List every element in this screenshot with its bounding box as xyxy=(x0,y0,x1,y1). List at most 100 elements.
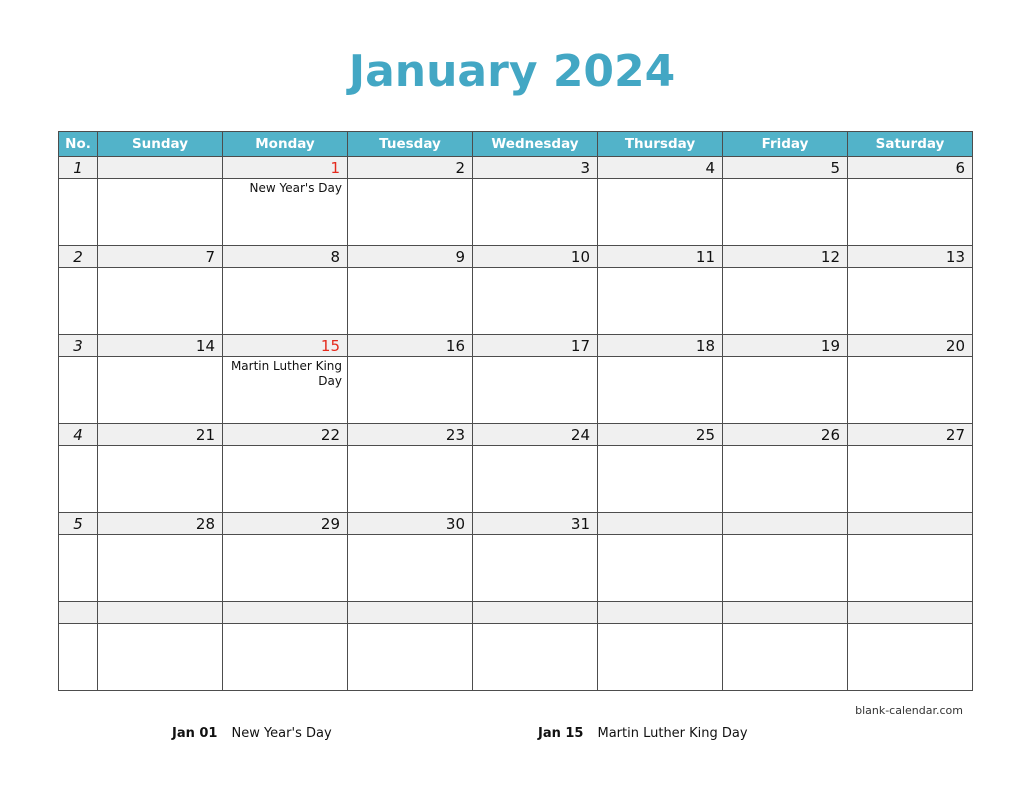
week-date-row: 2 7 8 9 10 11 12 13 xyxy=(58,245,973,268)
week-number-cell: 2 xyxy=(58,245,98,268)
week-number-spacer-cell xyxy=(58,534,98,602)
legend-item: Jan 15 Martin Luther King Day xyxy=(538,724,748,744)
day-number-cell[interactable]: 24 xyxy=(472,423,598,446)
day-note-cell[interactable] xyxy=(597,623,723,691)
day-number-cell[interactable]: 17 xyxy=(472,334,598,357)
day-number-cell[interactable] xyxy=(347,601,473,624)
day-number-cell[interactable]: 26 xyxy=(722,423,848,446)
day-number-cell[interactable]: 8 xyxy=(222,245,348,268)
day-number-cell[interactable]: 7 xyxy=(97,245,223,268)
day-number-cell[interactable] xyxy=(722,601,848,624)
day-note-cell[interactable] xyxy=(847,445,973,513)
day-note-cell[interactable] xyxy=(472,267,598,335)
day-note-cell[interactable] xyxy=(347,534,473,602)
day-number-cell[interactable]: 3 xyxy=(472,156,598,179)
day-note-cell[interactable] xyxy=(597,178,723,246)
day-note-cell[interactable] xyxy=(722,445,848,513)
day-number-cell[interactable]: 29 xyxy=(222,512,348,535)
day-note-cell[interactable] xyxy=(597,445,723,513)
calendar-page: January 2024 No. Sunday Monday Tuesday W… xyxy=(0,0,1024,791)
legend-item: Jan 01 New Year's Day xyxy=(172,724,332,744)
day-number-cell[interactable] xyxy=(847,601,973,624)
day-note-cell[interactable] xyxy=(97,178,223,246)
day-number-cell[interactable]: 6 xyxy=(847,156,973,179)
day-note-cell[interactable] xyxy=(347,623,473,691)
day-note-cell[interactable] xyxy=(97,623,223,691)
day-note-cell[interactable] xyxy=(472,623,598,691)
day-note-cell[interactable] xyxy=(722,534,848,602)
day-note-cell[interactable] xyxy=(722,356,848,424)
day-note-cell[interactable] xyxy=(222,445,348,513)
day-note-cell[interactable]: New Year's Day xyxy=(222,178,348,246)
day-note-cell[interactable] xyxy=(722,178,848,246)
day-number-cell[interactable]: 22 xyxy=(222,423,348,446)
day-number-cell[interactable]: 20 xyxy=(847,334,973,357)
week-number-cell xyxy=(58,601,98,624)
day-note-cell[interactable] xyxy=(847,178,973,246)
legend-name: New Year's Day xyxy=(231,726,332,741)
day-number-cell[interactable] xyxy=(222,601,348,624)
day-note-cell[interactable] xyxy=(597,356,723,424)
day-number-cell[interactable]: 27 xyxy=(847,423,973,446)
day-number-cell[interactable]: 11 xyxy=(597,245,723,268)
day-number-cell[interactable] xyxy=(722,512,848,535)
week-content-row xyxy=(58,267,973,335)
day-number-cell[interactable]: 4 xyxy=(597,156,723,179)
day-number-cell[interactable] xyxy=(472,601,598,624)
day-number-cell[interactable]: 21 xyxy=(97,423,223,446)
day-number-cell[interactable]: 18 xyxy=(597,334,723,357)
day-note-cell[interactable] xyxy=(847,623,973,691)
day-note-cell[interactable] xyxy=(472,534,598,602)
day-number-cell[interactable]: 19 xyxy=(722,334,848,357)
day-note-cell[interactable] xyxy=(722,623,848,691)
day-note-cell[interactable] xyxy=(222,623,348,691)
day-number-cell[interactable]: 1 xyxy=(222,156,348,179)
day-note-cell[interactable] xyxy=(847,356,973,424)
day-number-cell[interactable]: 13 xyxy=(847,245,973,268)
column-header-wednesday: Wednesday xyxy=(472,131,598,157)
day-note-cell[interactable] xyxy=(597,534,723,602)
day-note-cell[interactable]: Martin Luther King Day xyxy=(222,356,348,424)
day-note-cell[interactable] xyxy=(97,534,223,602)
day-note-cell[interactable] xyxy=(97,445,223,513)
week-number-spacer-cell xyxy=(58,623,98,691)
day-number-cell[interactable]: 28 xyxy=(97,512,223,535)
day-number-cell[interactable]: 9 xyxy=(347,245,473,268)
week-date-row: 5 28 29 30 31 xyxy=(58,512,973,535)
day-number-cell[interactable]: 15 xyxy=(222,334,348,357)
day-note-cell[interactable] xyxy=(847,534,973,602)
day-number-cell[interactable] xyxy=(597,512,723,535)
day-note-cell[interactable] xyxy=(472,445,598,513)
day-note-cell[interactable] xyxy=(347,445,473,513)
day-number-cell[interactable]: 31 xyxy=(472,512,598,535)
day-note-cell[interactable] xyxy=(222,267,348,335)
day-number-cell[interactable] xyxy=(597,601,723,624)
week-number-spacer-cell xyxy=(58,178,98,246)
day-note-cell[interactable] xyxy=(847,267,973,335)
day-number-cell[interactable]: 14 xyxy=(97,334,223,357)
day-number-cell[interactable]: 10 xyxy=(472,245,598,268)
day-number-cell[interactable] xyxy=(847,512,973,535)
day-note-cell[interactable] xyxy=(347,178,473,246)
day-note-cell[interactable] xyxy=(97,356,223,424)
day-note-cell[interactable] xyxy=(472,356,598,424)
day-number-cell[interactable]: 5 xyxy=(722,156,848,179)
day-note-cell[interactable] xyxy=(347,267,473,335)
day-note-cell[interactable] xyxy=(347,356,473,424)
day-note-cell[interactable] xyxy=(222,534,348,602)
day-number-cell[interactable]: 12 xyxy=(722,245,848,268)
day-number-cell[interactable]: 2 xyxy=(347,156,473,179)
day-note-cell[interactable] xyxy=(472,178,598,246)
day-note-cell[interactable] xyxy=(722,267,848,335)
day-number-cell[interactable]: 23 xyxy=(347,423,473,446)
week-number-cell: 1 xyxy=(58,156,98,179)
day-number-cell[interactable]: 25 xyxy=(597,423,723,446)
header-row: No. Sunday Monday Tuesday Wednesday Thur… xyxy=(58,131,973,157)
day-number-cell[interactable] xyxy=(97,156,223,179)
day-number-cell[interactable]: 16 xyxy=(347,334,473,357)
day-note-cell[interactable] xyxy=(597,267,723,335)
day-number-cell[interactable] xyxy=(97,601,223,624)
day-number-cell[interactable]: 30 xyxy=(347,512,473,535)
week-content-row: Martin Luther King Day xyxy=(58,356,973,424)
day-note-cell[interactable] xyxy=(97,267,223,335)
